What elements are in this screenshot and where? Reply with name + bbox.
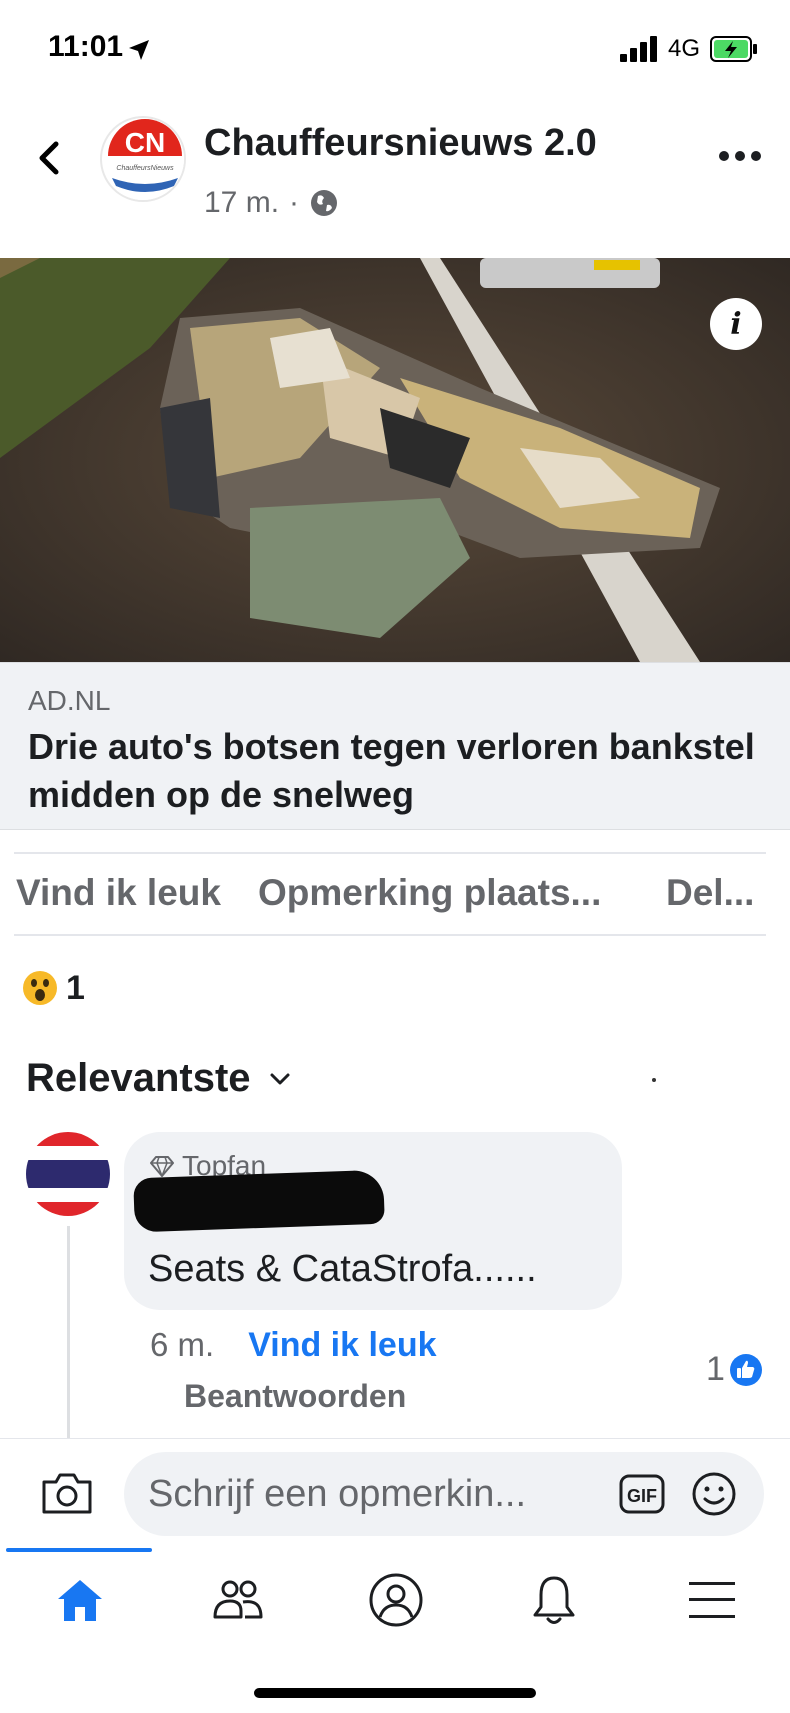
comment-like-button[interactable]: Vind ik leuk (248, 1326, 436, 1365)
comment-input[interactable] (148, 1452, 588, 1536)
comment-composer[interactable]: GIF (124, 1452, 764, 1536)
divider (0, 1438, 790, 1439)
page-avatar[interactable]: CN ChauffeursNieuws (100, 116, 186, 202)
thread-line (67, 1226, 70, 1438)
info-icon[interactable]: i (710, 298, 762, 350)
link-domain: AD.NL (28, 685, 111, 716)
share-button[interactable]: Del... (666, 872, 754, 914)
comments-sort[interactable]: Relevantste (26, 1056, 291, 1101)
like-count-number: 1 (706, 1350, 725, 1388)
reactions-summary[interactable]: 1 (22, 966, 85, 1010)
signal-icon (620, 36, 657, 62)
thai-flag-icon (26, 1132, 110, 1216)
emoji-icon[interactable] (690, 1470, 738, 1518)
post-actions: Vind ik leuk Opmerking plaats... Del... (0, 862, 790, 930)
menu-icon (689, 1582, 735, 1618)
globe-icon (311, 190, 338, 216)
link-preview[interactable]: AD.NL Drie auto's botsen tegen verloren … (0, 662, 790, 830)
stray-dot (652, 1078, 656, 1082)
more-options-icon[interactable] (718, 148, 762, 164)
back-chevron-icon[interactable] (34, 138, 64, 178)
cn-initials: CN (125, 127, 165, 158)
nav-home[interactable] (48, 1568, 112, 1632)
divider (14, 852, 766, 854)
page-name[interactable]: Chauffeursnieuws 2.0 (204, 122, 597, 165)
bottom-nav (0, 1544, 790, 1654)
thumbs-up-icon (729, 1353, 762, 1386)
active-tab-indicator (6, 1548, 152, 1552)
svg-text:GIF: GIF (627, 1486, 657, 1506)
location-arrow-icon (129, 40, 149, 60)
post-time[interactable]: 17 m. (204, 186, 279, 220)
home-icon (58, 1580, 102, 1621)
comment-reply-button[interactable]: Beantwoorden (184, 1378, 406, 1415)
redacted-name (133, 1169, 385, 1233)
cn-logo: CN ChauffeursNieuws (104, 119, 184, 200)
meta-separator: · (289, 186, 300, 219)
wow-emoji-icon (23, 971, 57, 1005)
status-time: 11:01 (48, 30, 124, 63)
profile-icon (369, 1573, 423, 1627)
diamond-icon (150, 1156, 174, 1177)
bell-icon (533, 1576, 575, 1624)
status-bar: 11:01 4G (0, 0, 790, 100)
divider (14, 934, 766, 936)
reaction-count: 1 (66, 968, 85, 1007)
post-meta: 17 m. · (204, 186, 339, 220)
cn-tagline: ChauffeursNieuws (116, 165, 174, 172)
sort-label: Relevantste (26, 1056, 251, 1100)
comment-meta: 6 m. Vind ik leuk (150, 1326, 437, 1365)
comment-button[interactable]: Opmerking plaats... (258, 872, 601, 914)
comment-text: Seats & CataStrofa...... (148, 1248, 537, 1290)
crash-scene-image (0, 258, 790, 662)
nav-menu[interactable] (680, 1568, 744, 1632)
nav-profile[interactable] (364, 1568, 428, 1632)
gif-icon[interactable]: GIF (618, 1473, 666, 1515)
comment-bubble[interactable]: Topfan Seats & CataStrofa...... (124, 1132, 622, 1310)
link-title: Drie auto's botsen tegen verloren bankst… (28, 726, 755, 815)
post-image[interactable] (0, 258, 790, 662)
chevron-down-icon (270, 1073, 290, 1084)
commenter-avatar[interactable] (26, 1132, 110, 1216)
battery-charging-icon (710, 36, 757, 62)
nav-notifications[interactable] (522, 1568, 586, 1632)
friends-icon (213, 1580, 263, 1619)
like-button[interactable]: Vind ik leuk (16, 872, 221, 914)
post-header: CN ChauffeursNieuws Chauffeursnieuws 2.0… (0, 108, 790, 238)
comment-like-count[interactable]: 1 (706, 1350, 763, 1389)
comment-time: 6 m. (150, 1326, 215, 1363)
network-type: 4G (668, 35, 701, 62)
home-indicator (254, 1688, 536, 1698)
camera-icon[interactable] (40, 1470, 94, 1516)
nav-friends[interactable] (206, 1568, 270, 1632)
